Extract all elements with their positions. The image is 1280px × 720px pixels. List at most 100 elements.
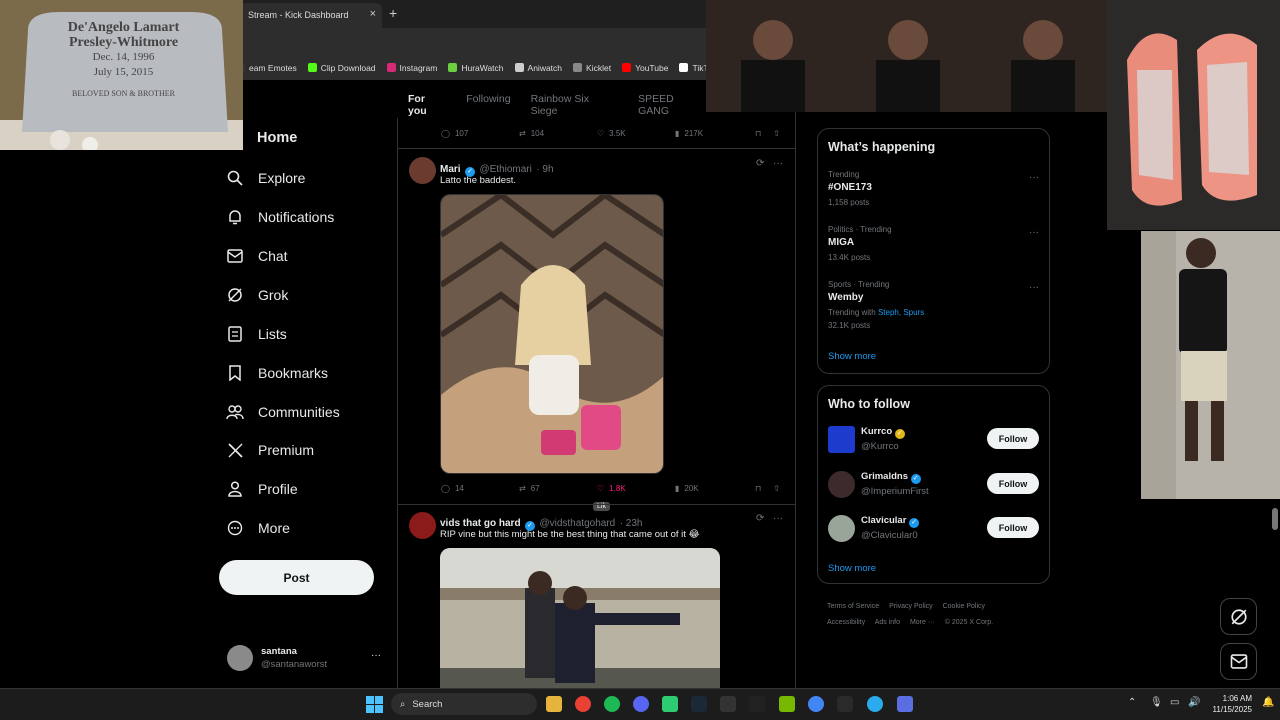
scrollbar-thumb[interactable] [1272,508,1278,530]
app-icon[interactable] [662,696,678,712]
like-button[interactable]: ♡ 1.8K [597,484,675,493]
follow-button[interactable]: Follow [987,473,1039,494]
bookmark-item[interactable]: Kicklet [573,63,611,73]
repost-button[interactable]: ⇄ 67 [519,484,597,493]
nav-premium[interactable]: Premium [226,441,314,459]
nav-more[interactable]: More [226,519,290,537]
nav-chat[interactable]: Chat [226,247,288,265]
nav-explore[interactable]: Explore [226,169,305,187]
follow-suggestion[interactable]: Grimaldns ✓ @ImperiumFirst Follow [828,469,1039,499]
telegram-icon[interactable] [867,696,883,712]
tab-following[interactable]: Following [466,93,510,118]
nvidia-icon[interactable] [779,696,795,712]
follow-button[interactable]: Follow [987,517,1039,538]
more-icon[interactable]: ··· [773,158,783,169]
avatar[interactable] [409,512,436,539]
footer-link[interactable]: Ads info [875,619,900,626]
show-more-link[interactable]: Show more [828,351,876,362]
grok-float-button[interactable] [1220,598,1257,635]
follow-button[interactable]: Follow [987,428,1039,449]
tab-speed-gang[interactable]: SPEED GANG [638,93,707,118]
trend-related-links[interactable]: Steph, Spurs [878,308,924,317]
follow-suggestion[interactable]: Kurrco ✓ @Kurrco Follow [828,424,1039,454]
tweet-author[interactable]: vids that go hard [440,518,521,529]
bookmark-button[interactable]: ⊓ [755,129,761,138]
tab-close-icon[interactable]: × [370,8,376,20]
repost-button[interactable]: ⇄ 104 [519,129,597,138]
windows-start-icon[interactable] [366,696,383,713]
footer-link[interactable]: Cookie Policy [943,603,985,610]
nav-bookmarks[interactable]: Bookmarks [226,364,328,382]
chevron-up-icon[interactable]: ⌃ [1128,697,1136,708]
tweet-time[interactable]: · 23h [620,518,643,529]
bookmark-item[interactable]: YouTube [622,63,668,73]
file-explorer-icon[interactable] [546,696,562,712]
grok-icon[interactable]: ⟳ [756,513,764,524]
nav-lists[interactable]: Lists [226,325,287,343]
bookmark-item[interactable]: TikTok [679,63,706,73]
steam-icon[interactable] [691,696,707,712]
share-button[interactable]: ⇧ [773,484,780,493]
show-more-link[interactable]: Show more [828,563,876,574]
nav-profile[interactable]: Profile [226,480,298,498]
like-button[interactable]: ♡ 3.5K [597,129,675,138]
trend-item[interactable]: Trending #ONE173 1,158 posts [828,170,872,207]
volume-icon[interactable]: 🔊 [1188,697,1200,708]
tweet-time[interactable]: · 9h [536,164,553,175]
tab-for-you[interactable]: For you [408,93,446,118]
tweet-author[interactable]: Mari [440,164,461,175]
footer-link[interactable]: Privacy Policy [889,603,933,610]
trend-item[interactable]: Politics · Trending MIGA 13.4K posts [828,225,892,262]
messages-float-button[interactable] [1220,643,1257,680]
more-icon[interactable]: ··· [773,513,783,524]
tweet-handle[interactable]: @vidsthatgohard [539,518,615,529]
views-button[interactable]: ▮ 217K [675,129,755,138]
bookmark-item[interactable]: Instagram [386,63,437,73]
chrome-icon[interactable] [575,696,591,712]
more-icon[interactable]: ··· [1029,227,1039,238]
bookmark-item[interactable]: HuraWatch [448,63,504,73]
account-menu-icon[interactable]: ··· [371,650,381,661]
reply-button[interactable]: ◯ 107 [441,129,519,138]
footer-link[interactable]: Terms of Service [827,603,879,610]
bookmark-item[interactable]: Clip Download [307,63,376,73]
new-tab-button[interactable]: + [389,5,397,21]
tab-rainbow-six-siege[interactable]: Rainbow Six Siege [531,93,619,118]
reply-button[interactable]: ◯ 14 [441,484,519,493]
account-switcher[interactable]: santana @santanaworst ··· [227,642,387,674]
network-icon[interactable]: ▭ [1170,697,1179,708]
avatar[interactable] [409,157,436,184]
tweet-video[interactable] [440,548,720,688]
bookmark-item[interactable]: eam Emotes [236,63,297,73]
spotify-icon[interactable] [604,696,620,712]
audio-app-icon[interactable] [837,696,853,712]
browser-tab[interactable]: Stream - Kick Dashboard × [240,3,382,28]
grok-icon[interactable]: ⟳ [756,158,764,169]
notification-icon[interactable]: 🔔 [1262,697,1274,708]
app-icon[interactable] [897,696,913,712]
footer-link[interactable]: Accessibility [827,619,865,626]
tweet-image[interactable] [440,194,664,474]
share-button[interactable]: ⇧ [773,129,780,138]
nav-notifications[interactable]: Notifications [226,208,334,226]
views-button[interactable]: ▮ 20K [675,484,755,493]
bookmark-item[interactable]: Aniwatch [514,63,562,73]
footer-link[interactable]: More ··· [910,619,935,626]
epic-games-icon[interactable] [720,696,736,712]
tweet-handle[interactable]: @Ethiomari [479,164,531,175]
nav-grok[interactable]: Grok [226,286,288,304]
discord-icon[interactable] [633,696,649,712]
trend-item[interactable]: Sports · Trending Wemby Trending with St… [828,280,924,330]
app-icon[interactable] [749,696,765,712]
microphone-icon[interactable]: 🎙 [1150,697,1163,708]
chrome-icon[interactable] [808,696,824,712]
post-button[interactable]: Post [219,560,374,595]
more-icon[interactable]: ··· [1029,282,1039,293]
verified-icon: ✓ [894,429,905,439]
bookmark-button[interactable]: ⊓ [755,484,761,493]
taskbar-clock[interactable]: 1:06 AM 11/15/2025 [1208,693,1252,715]
follow-suggestion[interactable]: Clavicular ✓ @Clavicular0 Follow [828,513,1039,543]
more-icon[interactable]: ··· [1029,172,1039,183]
taskbar-search[interactable]: ⌕ Search [391,693,537,715]
nav-communities[interactable]: Communities [226,403,340,421]
